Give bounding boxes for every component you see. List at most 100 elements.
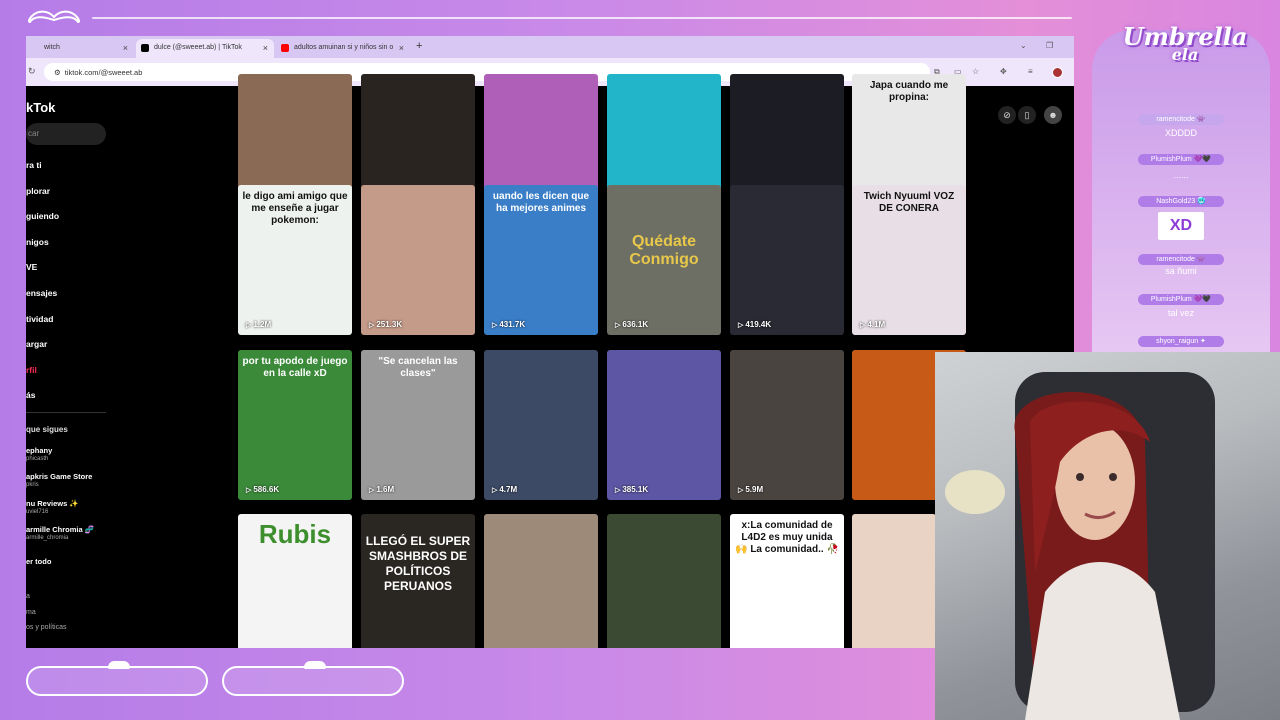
chat-message: tal vez: [1167, 308, 1194, 318]
following-account[interactable]: ephany phicasth: [26, 446, 52, 462]
chat-message: XDDDD: [1164, 128, 1197, 138]
overlay-line: [92, 17, 1072, 19]
video-thumbnail[interactable]: por tu apodo de juego en la calle xD 586.…: [238, 350, 352, 500]
following-account[interactable]: nu Reviews ✨ uviel716: [26, 499, 79, 515]
footer-link[interactable]: a: [26, 593, 30, 600]
chat-username: PlumishPlum 💜🖤: [1138, 294, 1224, 305]
see-all-link[interactable]: er todo: [26, 557, 51, 566]
tab-twitch[interactable]: witch ×: [26, 39, 134, 58]
following-title: que sigues: [26, 425, 68, 434]
video-caption: uando les dicen que ha mejores animes: [492, 191, 590, 214]
view-count: 385.1K: [615, 485, 648, 494]
mustache-icon: [27, 10, 81, 24]
video-thumbnail[interactable]: le digo ami amigo que me enseñe a jugar …: [238, 185, 352, 335]
account-handle: uviel716: [26, 509, 49, 515]
nav-friends[interactable]: nigos: [26, 237, 49, 247]
view-count: 431.7K: [492, 320, 525, 329]
video-thumbnail[interactable]: 5.9M: [730, 350, 844, 500]
browser-window: witch × dulce (@sweeet.ab) | TikTok × ad…: [26, 36, 1074, 648]
avatar[interactable]: ☻: [1044, 106, 1062, 124]
url-text: tiktok.com/@sweeet.ab: [64, 68, 143, 77]
account-name: apkris Game Store: [26, 472, 93, 481]
video-caption: por tu apodo de juego en la calle xD: [242, 356, 348, 379]
video-caption: LLEGÓ EL SUPER SMASHBROS DE POLÍTICOS PE…: [365, 534, 471, 593]
video-thumbnail[interactable]: x:La comunidad de L4D2 es muy unida 🙌 La…: [730, 514, 844, 648]
video-thumbnail[interactable]: 5.1M: [852, 514, 936, 648]
close-icon[interactable]: ×: [123, 43, 128, 53]
video-thumbnail[interactable]: Twich Nyuuml VOZ DE CONERA 4.1M: [852, 185, 966, 335]
view-count: 636.1K: [615, 320, 648, 329]
video-thumbnail[interactable]: uando les dicen que ha mejores animes 431…: [484, 185, 598, 335]
chat-username: NashGold23 🥶: [1138, 196, 1224, 207]
video-caption: x:La comunidad de L4D2 es muy unida 🙌 La…: [735, 520, 839, 555]
view-count: 5.9M: [738, 485, 763, 494]
chat-message: sa ñumi: [1165, 266, 1197, 276]
chat-username: ramencitode 👾: [1138, 114, 1224, 125]
nav-live[interactable]: VE: [26, 262, 37, 272]
video-thumbnail[interactable]: 419.4K: [730, 185, 844, 335]
video-thumbnail[interactable]: 487.2K: [607, 514, 721, 648]
close-icon[interactable]: ×: [399, 43, 404, 53]
restore-icon[interactable]: ❐: [1046, 41, 1053, 50]
nav-explore[interactable]: plorar: [26, 186, 50, 196]
view-count: 1.6M: [369, 485, 394, 494]
chat-username: shyon_raigun ✦: [1138, 336, 1224, 347]
reload-icon[interactable]: ↻: [28, 66, 36, 77]
following-account[interactable]: armille Chromia 🧬 armille_chromia: [26, 525, 94, 541]
video-thumbnail[interactable]: 385.1K: [607, 350, 721, 500]
overlay-button: [26, 661, 208, 696]
tab-youtube[interactable]: adultos amuinan si y niños sin o ×: [276, 39, 410, 58]
footer-link[interactable]: os y políticas: [26, 624, 66, 631]
mustache-icon: [304, 661, 326, 669]
phone-icon[interactable]: ▯: [1018, 106, 1036, 124]
tab-tiktok[interactable]: dulce (@sweeet.ab) | TikTok ×: [136, 39, 274, 58]
tab-label: adultos amuinan si y niños sin o: [294, 44, 394, 51]
overlay-top: [0, 0, 1080, 34]
account-handle: pkris: [26, 482, 39, 488]
following-account[interactable]: apkris Game Store pkris: [26, 472, 92, 488]
profile-avatar[interactable]: [1052, 67, 1063, 78]
extensions-icon[interactable]: ✥: [1000, 67, 1007, 76]
footer-link[interactable]: ma: [26, 609, 36, 616]
video-thumbnail[interactable]: 4.7M: [484, 350, 598, 500]
nav-more[interactable]: ás: [26, 390, 35, 400]
view-count: 4.7M: [492, 485, 517, 494]
close-icon[interactable]: ×: [263, 43, 268, 53]
video-caption: "Se cancelan las clases": [378, 356, 458, 379]
chat-message: ......: [1173, 170, 1189, 180]
view-controls: ⊘ ▯ ☻: [992, 106, 1072, 126]
video-thumbnail[interactable]: 48.3K: [484, 514, 598, 648]
menu-lines-icon[interactable]: ≡: [1028, 67, 1033, 76]
tab-label: dulce (@sweeet.ab) | TikTok: [154, 44, 242, 51]
view-count: 419.4K: [738, 320, 771, 329]
nav-following[interactable]: guiendo: [26, 211, 59, 221]
tiktok-icon: [141, 44, 149, 52]
compass-icon[interactable]: ⊘: [998, 106, 1016, 124]
channel-logo: Umbrella ela: [1110, 22, 1260, 72]
site-info-icon[interactable]: ⚙: [54, 68, 61, 77]
tiktok-logo[interactable]: kTok: [26, 100, 55, 115]
chevron-down-icon[interactable]: ⌄: [1020, 41, 1027, 50]
youtube-icon: [281, 44, 289, 52]
account-name: armille Chromia 🧬: [26, 525, 95, 534]
account-handle: phicasth: [26, 456, 49, 462]
star-icon[interactable]: ☆: [972, 67, 979, 76]
video-thumbnail[interactable]: "Se cancelan las clases" 1.6M: [361, 350, 475, 500]
search-input[interactable]: car: [26, 123, 106, 145]
webcam-feed: [935, 352, 1280, 720]
chat-emote: XD: [1158, 212, 1204, 240]
video-thumbnail[interactable]: 251.3K: [361, 185, 475, 335]
view-count: 1.2M: [246, 320, 271, 329]
video-thumbnail[interactable]: Rubis422.7K: [238, 514, 352, 648]
nav-activity[interactable]: tividad: [26, 314, 53, 324]
video-caption: Rubis: [258, 519, 332, 549]
streamer-image: [945, 372, 1215, 720]
nav-profile[interactable]: rfil: [26, 365, 37, 375]
nav-upload[interactable]: argar: [26, 339, 47, 349]
new-tab-button[interactable]: +: [416, 40, 422, 52]
nav-for-you[interactable]: ra ti: [26, 160, 42, 170]
account-name: ephany: [26, 446, 53, 455]
video-thumbnail[interactable]: LLEGÓ EL SUPER SMASHBROS DE POLÍTICOS PE…: [361, 514, 475, 648]
nav-messages[interactable]: ensajes: [26, 288, 57, 298]
video-thumbnail[interactable]: Quédate Conmigo 636.1K: [607, 185, 721, 335]
